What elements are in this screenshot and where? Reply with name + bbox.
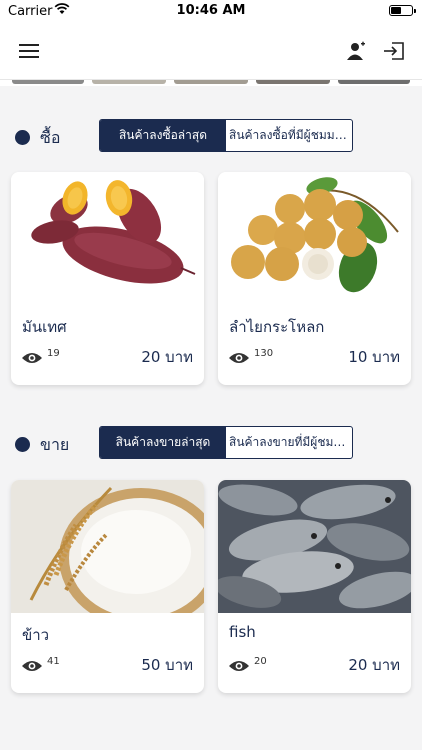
tab-buy-most-viewed[interactable]: สินค้าลงซื้อที่มีผู้ชมมากที่สุด bbox=[226, 120, 352, 151]
product-price: 50 บาท bbox=[141, 656, 193, 674]
view-count: 41 bbox=[47, 656, 60, 667]
tab-sell-latest[interactable]: สินค้าลงขายล่าสุด bbox=[100, 427, 226, 458]
sell-filter-tabs: สินค้าลงขายล่าสุด สินค้าลงขายที่มีผู้ชมม… bbox=[99, 426, 353, 459]
view-count: 130 bbox=[254, 348, 274, 359]
buy-filter-tabs: สินค้าลงซื้อล่าสุด สินค้าลงซื้อที่มีผู้ช… bbox=[99, 119, 353, 152]
product-name: มันเทศ bbox=[22, 318, 67, 336]
product-image-fish bbox=[218, 480, 411, 613]
product-price: 20 บาท bbox=[348, 656, 400, 674]
eye-icon bbox=[229, 349, 249, 363]
logout-icon[interactable] bbox=[379, 36, 409, 66]
eye-icon bbox=[229, 657, 249, 671]
hamburger-menu-icon[interactable] bbox=[14, 36, 44, 66]
eye-icon bbox=[22, 349, 42, 363]
tab-sell-most-viewed[interactable]: สินค้าลงขายที่มีผู้ชมมากที่สุด bbox=[226, 427, 352, 458]
product-image-sweet-potato bbox=[11, 172, 204, 305]
battery-icon bbox=[389, 5, 416, 16]
buy-section-title: ซื้อ bbox=[40, 128, 61, 147]
product-image-rice bbox=[11, 480, 204, 613]
banner-strip bbox=[0, 80, 422, 86]
view-count: 20 bbox=[254, 656, 267, 667]
product-name: ข้าว bbox=[22, 626, 50, 644]
clock: 10:46 AM bbox=[176, 3, 246, 18]
user-add-icon[interactable] bbox=[341, 36, 371, 66]
product-price: 20 บาท bbox=[141, 348, 193, 366]
product-name: fish bbox=[229, 623, 256, 641]
view-count: 19 bbox=[47, 348, 60, 359]
tab-buy-latest[interactable]: สินค้าลงซื้อล่าสุด bbox=[100, 120, 226, 151]
product-name: ลำไยกระโหลก bbox=[229, 318, 325, 336]
product-image-longan bbox=[218, 172, 411, 305]
sell-section-header: ขาย สินค้าลงขายล่าสุด สินค้าลงขายที่มีผู… bbox=[0, 426, 422, 462]
buy-section-header: ซื้อ สินค้าลงซื้อล่าสุด สินค้าลงซื้อที่ม… bbox=[0, 119, 422, 155]
section-dot-icon bbox=[15, 437, 30, 452]
eye-icon bbox=[22, 657, 42, 671]
top-navbar bbox=[0, 22, 422, 80]
product-card[interactable]: มันเทศ 19 20 บาท bbox=[11, 172, 204, 385]
sell-section-title: ขาย bbox=[40, 435, 70, 454]
section-dot-icon bbox=[15, 130, 30, 145]
product-price: 10 บาท bbox=[348, 348, 400, 366]
product-card[interactable]: fish 20 20 บาท bbox=[218, 480, 411, 693]
status-bar: Carrier 10:46 AM bbox=[0, 0, 422, 22]
product-card[interactable]: ข้าว 41 50 บาท bbox=[11, 480, 204, 693]
product-card[interactable]: ลำไยกระโหลก 130 10 บาท bbox=[218, 172, 411, 385]
